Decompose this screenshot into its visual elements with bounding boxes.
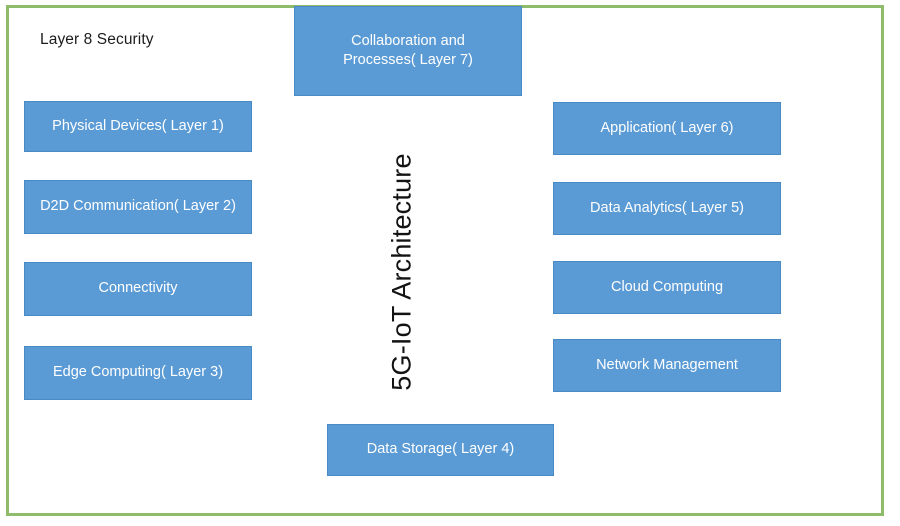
diagram-center-title: 5G-IoT Architecture (386, 153, 417, 391)
node-cloud-computing-label: Cloud Computing (610, 278, 724, 295)
node-connectivity[interactable]: Connectivity (24, 262, 252, 316)
node-collaboration-and-processes-layer-7[interactable]: Collaboration and Processes( Layer 7) (294, 6, 522, 96)
node-edge-computing-label: Edge Computing( Layer 3) (52, 364, 224, 381)
node-collaboration-label-line2: Processes( Layer 7) (343, 52, 473, 68)
node-d2d-communication-layer-2[interactable]: D2D Communication( Layer 2) (24, 180, 252, 234)
node-data-analytics-label: Data Analytics( Layer 5) (590, 199, 744, 216)
node-data-analytics-layer-5[interactable]: Data Analytics( Layer 5) (553, 182, 781, 235)
architecture-diagram: Layer 8 Security Collaboration and Proce… (0, 0, 900, 526)
node-cloud-computing[interactable]: Cloud Computing (553, 261, 781, 314)
node-network-management[interactable]: Network Management (553, 339, 781, 392)
node-physical-devices-layer-1[interactable]: Physical Devices( Layer 1) (24, 101, 252, 152)
layer-8-security-label: Layer 8 Security (40, 31, 154, 48)
node-connectivity-label: Connectivity (98, 280, 178, 297)
node-data-storage-layer-4[interactable]: Data Storage( Layer 4) (327, 424, 554, 476)
node-network-management-label: Network Management (596, 356, 738, 373)
node-edge-computing-layer-3[interactable]: Edge Computing( Layer 3) (24, 346, 252, 400)
node-data-storage-label: Data Storage( Layer 4) (366, 441, 515, 458)
node-d2d-communication-label: D2D Communication( Layer 2) (40, 198, 236, 215)
node-application-layer-6[interactable]: Application( Layer 6) (553, 102, 781, 155)
node-application-label: Application( Layer 6) (600, 119, 734, 136)
node-collaboration-label-line1: Collaboration and (351, 32, 465, 49)
node-physical-devices-label: Physical Devices( Layer 1) (52, 117, 224, 134)
